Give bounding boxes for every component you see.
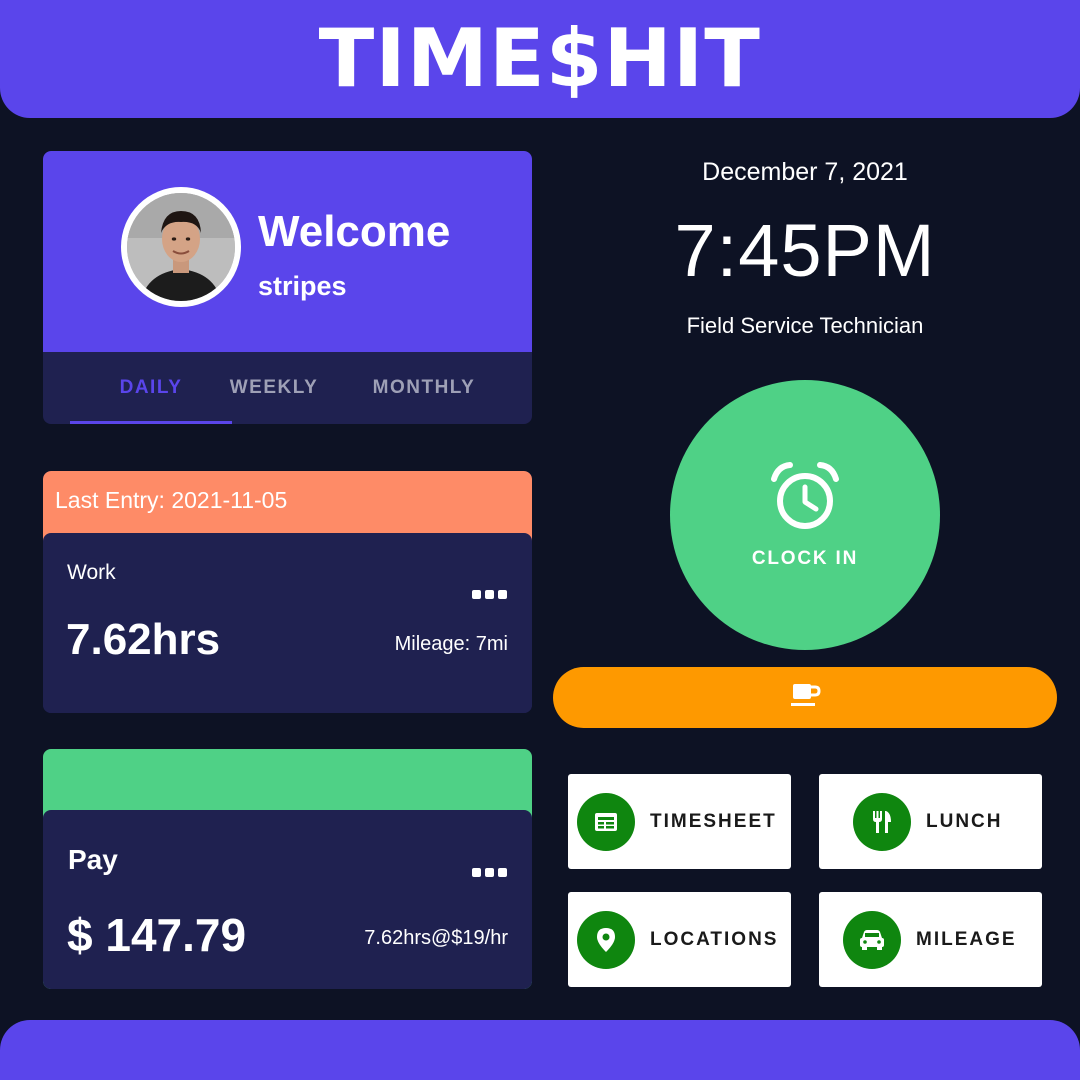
entry-more-menu[interactable]: [472, 590, 507, 599]
pay-title: Pay: [68, 844, 118, 875]
entry-mileage: Mileage: 7mi: [394, 633, 508, 655]
welcome-card: Welcome stripes DAILY WEEKLY MONTHLY: [43, 151, 532, 424]
last-entry-banner: Last Entry: 2021-11-05: [43, 471, 532, 541]
lunch-label: LUNCH: [926, 810, 1003, 832]
job-role: Field Service Technician: [686, 313, 924, 338]
app-footer: [0, 1020, 1080, 1080]
car-icon: [843, 910, 901, 969]
pay-body: Pay $ 147.79 7.62hrs@$19/hr: [43, 810, 532, 989]
fork-knife-icon: [853, 792, 911, 851]
pay-rate-detail: 7.62hrs@$19/hr: [364, 927, 508, 949]
coffee-cup-icon: [789, 681, 821, 714]
map-pin-icon: [577, 910, 635, 969]
pay-amount: $ 147.79: [67, 909, 247, 961]
locations-label: LOCATIONS: [650, 928, 779, 950]
lunch-button[interactable]: LUNCH: [819, 774, 1042, 869]
app-header: TIME$HIT: [0, 0, 1080, 118]
clock-in-label: CLOCK IN: [751, 547, 859, 569]
tab-monthly[interactable]: MONTHLY: [353, 352, 495, 424]
app-title: TIME$HIT: [318, 12, 762, 105]
last-entry-body: Work 7.62hrs Mileage: 7mi: [43, 533, 532, 713]
mileage-label: MILEAGE: [916, 928, 1017, 950]
welcome-banner: Welcome stripes: [43, 151, 532, 352]
locations-button[interactable]: LOCATIONS: [568, 892, 791, 987]
last-entry-card: Last Entry: 2021-11-05 Work 7.62hrs Mile…: [43, 471, 532, 713]
username: stripes: [258, 271, 347, 301]
current-date: December 7, 2021: [702, 158, 908, 186]
period-tabs: DAILY WEEKLY MONTHLY: [43, 352, 532, 424]
entry-hours: 7.62hrs: [66, 615, 221, 664]
break-button[interactable]: [553, 667, 1057, 728]
entry-type-label: Work: [67, 561, 116, 584]
current-time: 7:45PM: [674, 209, 936, 292]
timesheet-button[interactable]: TIMESHEET: [568, 774, 791, 869]
avatar[interactable]: [121, 187, 241, 307]
pay-more-menu[interactable]: [472, 868, 507, 877]
welcome-heading: Welcome: [258, 207, 451, 256]
mileage-button[interactable]: MILEAGE: [819, 892, 1042, 987]
avatar-photo: [127, 193, 235, 301]
timesheet-label: TIMESHEET: [650, 810, 777, 832]
timesheet-icon: [577, 792, 635, 851]
tab-weekly[interactable]: WEEKLY: [213, 352, 335, 424]
alarm-clock-icon: [770, 461, 840, 538]
clock-in-button[interactable]: CLOCK IN: [670, 380, 940, 650]
tab-daily[interactable]: DAILY: [70, 352, 232, 424]
pay-card: Pay $ 147.79 7.62hrs@$19/hr: [43, 749, 532, 989]
